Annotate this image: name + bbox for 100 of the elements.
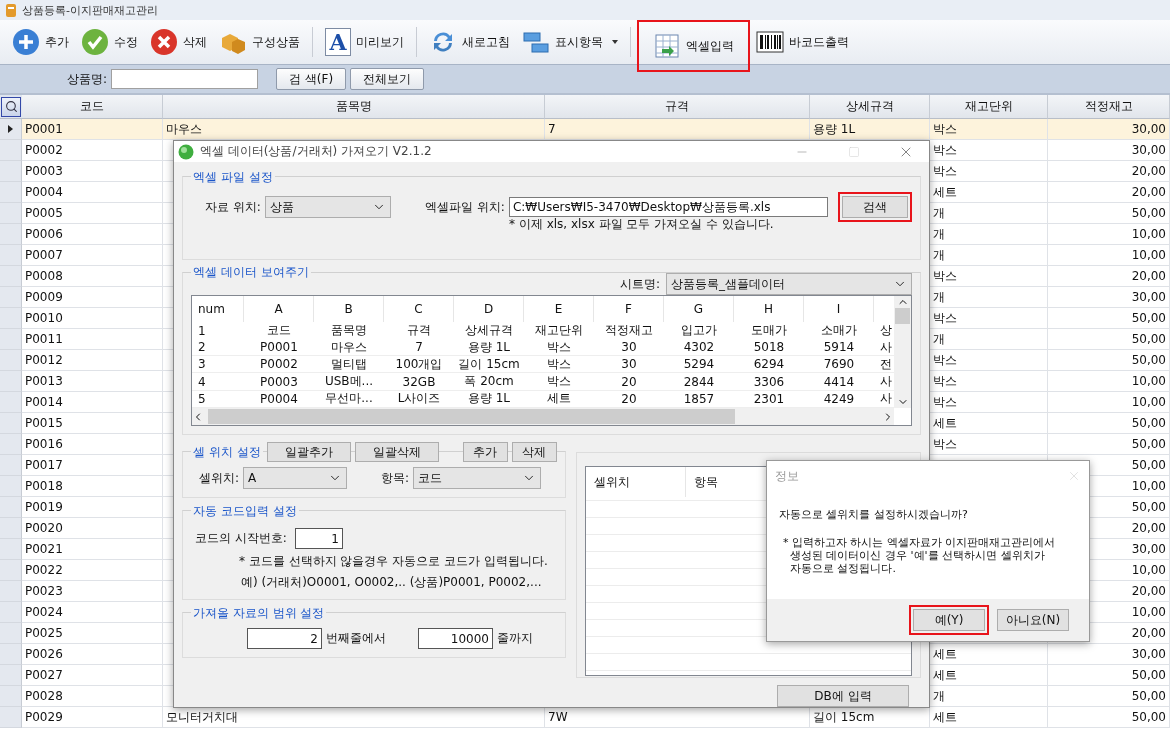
table-cell: 개 [930,287,1048,308]
table-cell: 개 [930,329,1048,350]
table-cell: P0004 [244,390,314,408]
table-cell: P0026 [22,644,163,665]
column-header[interactable]: 재고단위 [930,95,1048,119]
table-cell: 10,00 [1048,224,1170,245]
table-cell: 박스 [930,392,1048,413]
table-cell: 10,00 [1048,371,1170,392]
column-header: D [454,296,524,322]
toolbar-button[interactable]: 표시항목 [516,24,624,60]
table-cell: 용량 1L [454,390,524,408]
table-cell: 박스 [524,373,594,391]
toolbar-button[interactable]: 구성상품 [213,24,306,60]
start-number-field[interactable]: 1 [294,528,343,549]
field-label: 코드의 시작번호: [195,530,287,547]
column-header[interactable]: 적정재고 [1048,95,1170,119]
table-cell: 50,00 [1048,413,1170,434]
field-label: 엑셀파일 위치: [425,198,505,216]
note-text: * 코드를 선택하지 않을경우 자동으로 코드가 입력됩니다. [238,553,549,570]
toolbar-button[interactable]: 추가 [6,24,75,60]
table-cell: 1857 [664,390,734,408]
submit-button[interactable]: DB에 입력 [777,685,909,707]
search-button[interactable]: 검 색(F) [276,68,347,90]
dialog-button[interactable]: 아니요(N) [997,609,1069,631]
table-cell: 30,00 [1048,140,1170,161]
browse-button[interactable]: 검색 [842,196,908,218]
table-cell-text: 코드 [266,322,292,340]
scrollbar[interactable] [894,296,911,408]
field-label: 시트명: [619,275,660,293]
column-header[interactable]: 품목명 [163,95,545,119]
table-cell: P0006 [22,224,163,245]
column-header: E [524,296,594,322]
barcode-icon [756,28,784,56]
table-cell: 세트 [930,665,1048,686]
search-button[interactable]: 전체보기 [350,68,425,90]
delete-button[interactable]: 삭제 [511,442,557,462]
table-cell: P0020 [22,518,163,539]
window-title: 상품등록-이지판매재고관리 [22,2,158,18]
toolbar-button[interactable]: 새로고침 [423,24,516,60]
toolbar-button[interactable]: A 미리보기 [319,24,410,60]
table-cell: P0029 [22,707,163,728]
table-cell: P0001 [244,339,314,357]
table-cell: P0015 [22,413,163,434]
add-button[interactable]: 추가 [462,442,508,462]
group-title: 엑셀 데이터 보여주기 [191,264,311,281]
scroll-thumb[interactable] [895,308,910,324]
table-cell: 5018 [734,339,804,357]
column-header[interactable]: 상세규격 [810,95,930,119]
table-cell: 50,00 [1048,434,1170,455]
table-cell: 3306 [734,373,804,391]
table-cell: 50,00 [1048,707,1170,728]
table-cell: 박스 [930,161,1048,182]
table-cell: 세트 [930,707,1048,728]
note-text: 예) (거래처)O0001, O0002,.. (상품)P0001, P0002,... [240,574,543,591]
end-row-field[interactable]: 10000 [418,628,493,649]
globe-icon [178,143,194,160]
scroll-thumb[interactable] [208,409,735,424]
table-cell: L사이즈 [384,390,454,408]
table-cell-text: 재고단위 [534,322,584,340]
table-cell: 6294 [734,356,804,374]
column-header: I [804,296,874,322]
table-cell: 2844 [664,373,734,391]
column-header: H [734,296,804,322]
bulk-add-button[interactable]: 일괄추가 [266,442,351,462]
app-icon [6,3,16,17]
table-cell: 박스 [930,350,1048,371]
column-header[interactable]: 규격 [545,95,810,119]
table-cell: 박스 [930,266,1048,287]
toolbar-button[interactable]: 수정 [75,24,144,60]
spreadsheet-icon [653,32,681,60]
dropdown[interactable]: 상품등록_샘플데이터 [666,273,912,295]
table-cell: 20,00 [1048,182,1170,203]
table-cell: P0017 [22,455,163,476]
scrollbar[interactable] [192,408,894,425]
table-cell: 세트 [930,182,1048,203]
table-cell-text: 규격 [406,322,432,340]
table-cell: P0014 [22,392,163,413]
dropdown[interactable]: A [243,467,348,489]
table-cell: P0027 [22,665,163,686]
toolbar-button[interactable]: 바코드출력 [750,24,855,60]
toolbar-button[interactable]: 삭제 [144,24,213,60]
column-header: A [244,296,314,322]
product-name-field[interactable] [111,69,259,89]
dialog-title: 정보 [775,467,799,485]
table-cell: 폭 20cm [454,373,524,391]
dialog-button[interactable]: 예(Y) [913,609,985,631]
table-cell: P0028 [22,686,163,707]
start-row-field[interactable]: 2 [247,628,322,649]
table-cell: 박스 [524,339,594,357]
table-cell: 100개입 [384,356,454,374]
dropdown[interactable]: 코드 [413,467,542,489]
file-path-field[interactable]: C:₩Users₩I5-3470₩Desktop₩상품등록.xls [508,197,828,217]
column-header[interactable]: 코드 [22,95,163,119]
table-cell: 길이 15cm [454,356,524,374]
dialog-title: 엑셀 데이터(상품/거래처) 가져오기 V2.1.2 [200,143,433,160]
table-cell: 마우스 [314,339,384,357]
dropdown[interactable]: 상품 [264,196,392,218]
table-cell-text: 품목명 [330,322,368,340]
table-cell: 마우스 [163,119,545,140]
bulk-delete-button[interactable]: 일괄삭제 [354,442,439,462]
